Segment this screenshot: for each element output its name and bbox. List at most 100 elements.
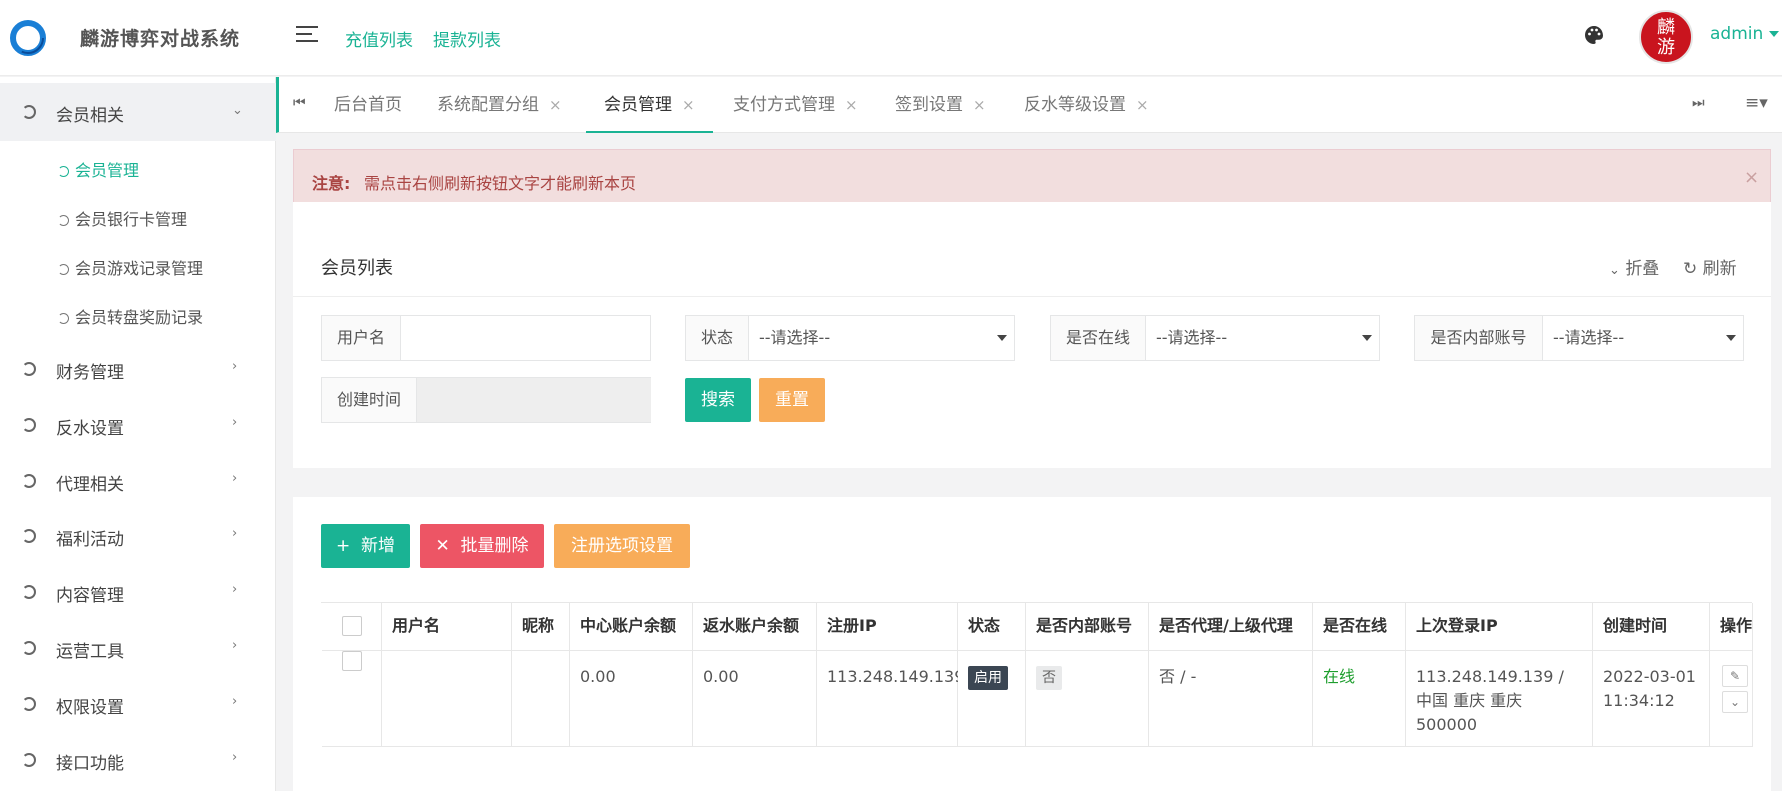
panel-title: 会员列表 xyxy=(321,258,393,279)
row-checkbox[interactable] xyxy=(341,651,362,671)
column-header[interactable]: 注册IP xyxy=(817,603,958,651)
more-actions-icon[interactable]: ⌄ xyxy=(1722,691,1748,713)
scroll-tabs-right-icon[interactable]: ⏭ xyxy=(1692,95,1705,111)
sidebar-item-member-wheel-rewards[interactable]: 会员转盘奖励记录 xyxy=(58,304,203,328)
cell-actions: ✎ ⌄ xyxy=(1710,651,1753,747)
sidebar-group-api[interactable]: 接口功能 › xyxy=(0,738,276,782)
field-label: 是否内部账号 xyxy=(1415,316,1543,360)
search-button[interactable]: 搜索 xyxy=(685,378,751,422)
circle-icon xyxy=(22,753,36,767)
circle-icon xyxy=(58,313,69,324)
column-header[interactable]: 上次登录IP xyxy=(1406,603,1593,651)
select-all-checkbox[interactable] xyxy=(341,616,362,636)
column-header[interactable]: 返水账户余额 xyxy=(693,603,817,651)
register-options-button[interactable]: 注册选项设置 xyxy=(554,524,690,568)
add-button[interactable]: + 新增 xyxy=(321,524,410,568)
sidebar-group-member[interactable]: 会员相关 ⌄ xyxy=(0,83,276,141)
username-label: admin xyxy=(1710,24,1764,44)
logo-icon xyxy=(10,20,46,56)
edit-icon[interactable]: ✎ xyxy=(1722,665,1748,687)
sidebar-item-member-management[interactable]: 会员管理 xyxy=(58,157,139,181)
internal-badge[interactable]: 否 xyxy=(1036,666,1062,690)
tab-rebate-levels[interactable]: 反水等级设置 × xyxy=(1006,77,1167,133)
chevron-right-icon: › xyxy=(232,359,238,374)
tab-payment-methods[interactable]: 支付方式管理 × xyxy=(715,77,876,133)
close-icon[interactable]: × xyxy=(1136,96,1149,114)
created-time-input[interactable] xyxy=(417,378,651,422)
sidebar-group-label: 福利活动 xyxy=(56,530,124,550)
close-icon: ✕ xyxy=(435,536,450,556)
online-select[interactable]: --请选择-- xyxy=(1146,316,1380,360)
column-header[interactable]: 是否在线 xyxy=(1313,603,1406,651)
plus-icon: + xyxy=(335,536,351,556)
collapse-button[interactable]: ⌄ 折叠 xyxy=(1609,254,1659,279)
internal-account-select[interactable]: --请选择-- xyxy=(1543,316,1744,360)
cell-nickname xyxy=(512,651,570,747)
cell-agent: 否 / - xyxy=(1149,651,1313,747)
close-icon[interactable]: × xyxy=(973,96,986,114)
palette-icon[interactable] xyxy=(1583,24,1605,46)
status-badge[interactable]: 启用 xyxy=(968,666,1008,690)
tab-signin-settings[interactable]: 签到设置 × xyxy=(877,77,1004,133)
column-header[interactable]: 昵称 xyxy=(512,603,570,651)
notice-alert: 注意: 需点击右侧刷新按钮文字才能刷新本页 × xyxy=(293,149,1771,210)
alert-label: 注意: xyxy=(312,174,351,193)
refresh-button[interactable]: ↻ 刷新 xyxy=(1683,254,1737,279)
sidebar-group-operations[interactable]: 运营工具 › xyxy=(0,626,276,670)
column-header[interactable]: 状态 xyxy=(958,603,1026,651)
column-header[interactable]: 中心账户余额 xyxy=(570,603,693,651)
add-label: 新增 xyxy=(361,536,396,556)
status-select[interactable]: --请选择-- xyxy=(749,316,1015,360)
column-header[interactable]: 是否代理/上级代理 xyxy=(1149,603,1313,651)
refresh-label: 刷新 xyxy=(1702,259,1737,279)
circle-icon xyxy=(22,362,36,376)
username-input[interactable] xyxy=(401,316,651,360)
tab-member-management[interactable]: 会员管理 × xyxy=(586,77,713,133)
divider xyxy=(293,296,1771,297)
column-header[interactable]: 是否内部账号 xyxy=(1026,603,1149,651)
sidebar-group-welfare[interactable]: 福利活动 › xyxy=(0,514,276,558)
sidebar-item-label: 会员管理 xyxy=(75,161,140,180)
close-icon[interactable]: × xyxy=(549,96,562,114)
chevron-right-icon: › xyxy=(232,694,238,709)
sidebar-group-label: 接口功能 xyxy=(56,754,124,774)
menu-toggle-icon[interactable] xyxy=(296,26,318,44)
sidebar-group-permissions[interactable]: 权限设置 › xyxy=(0,682,276,726)
sidebar-item-member-game-records[interactable]: 会员游戏记录管理 xyxy=(58,255,203,279)
sidebar-group-finance[interactable]: 财务管理 › xyxy=(0,347,276,391)
column-header[interactable]: 创建时间 xyxy=(1593,603,1710,651)
batch-delete-button[interactable]: ✕ 批量删除 xyxy=(420,524,544,568)
tab-options-menu-icon[interactable]: ≡▾ xyxy=(1745,93,1768,113)
close-icon[interactable]: × xyxy=(682,96,695,114)
sidebar-group-label: 权限设置 xyxy=(56,698,124,718)
reset-button[interactable]: 重置 xyxy=(759,378,825,422)
column-header[interactable]: 用户名 xyxy=(382,603,512,651)
tab-dashboard[interactable]: 后台首页 xyxy=(316,77,420,133)
chevron-right-icon: › xyxy=(232,750,238,765)
avatar-text: 麟游 xyxy=(1657,17,1675,58)
recharge-list-link[interactable]: 充值列表 xyxy=(345,26,413,51)
tab-system-config-group[interactable]: 系统配置分组 × xyxy=(419,77,580,133)
tab-label: 后台首页 xyxy=(334,95,402,115)
cell-last-login-ip: 113.248.149.139 / 中国 重庆 重庆 500000 xyxy=(1406,651,1593,747)
circle-icon xyxy=(22,529,36,543)
cell-online: 在线 xyxy=(1313,651,1406,747)
sidebar-item-member-bankcards[interactable]: 会员银行卡管理 xyxy=(58,206,187,230)
sidebar-group-rebate[interactable]: 反水设置 › xyxy=(0,403,276,447)
batch-delete-label: 批量删除 xyxy=(460,536,529,556)
user-menu[interactable]: admin xyxy=(1710,24,1780,44)
close-icon[interactable]: × xyxy=(845,96,858,114)
sidebar-group-agent[interactable]: 代理相关 › xyxy=(0,459,276,503)
cell-register-ip: 113.248.149.139 xyxy=(817,651,964,747)
withdraw-list-link[interactable]: 提款列表 xyxy=(433,26,501,51)
collapse-label: 折叠 xyxy=(1625,259,1660,279)
circle-icon xyxy=(22,105,36,119)
sidebar-group-content[interactable]: 内容管理 › xyxy=(0,570,276,614)
row-select-cell xyxy=(322,651,382,747)
select-all-cell xyxy=(322,603,382,651)
close-icon[interactable]: × xyxy=(1744,167,1759,188)
caret-down-icon xyxy=(1769,31,1780,37)
online-field: 是否在线 --请选择-- xyxy=(1050,315,1380,361)
scroll-tabs-left-icon[interactable]: ⏮ xyxy=(293,95,306,111)
avatar[interactable]: 麟游 xyxy=(1639,10,1693,64)
